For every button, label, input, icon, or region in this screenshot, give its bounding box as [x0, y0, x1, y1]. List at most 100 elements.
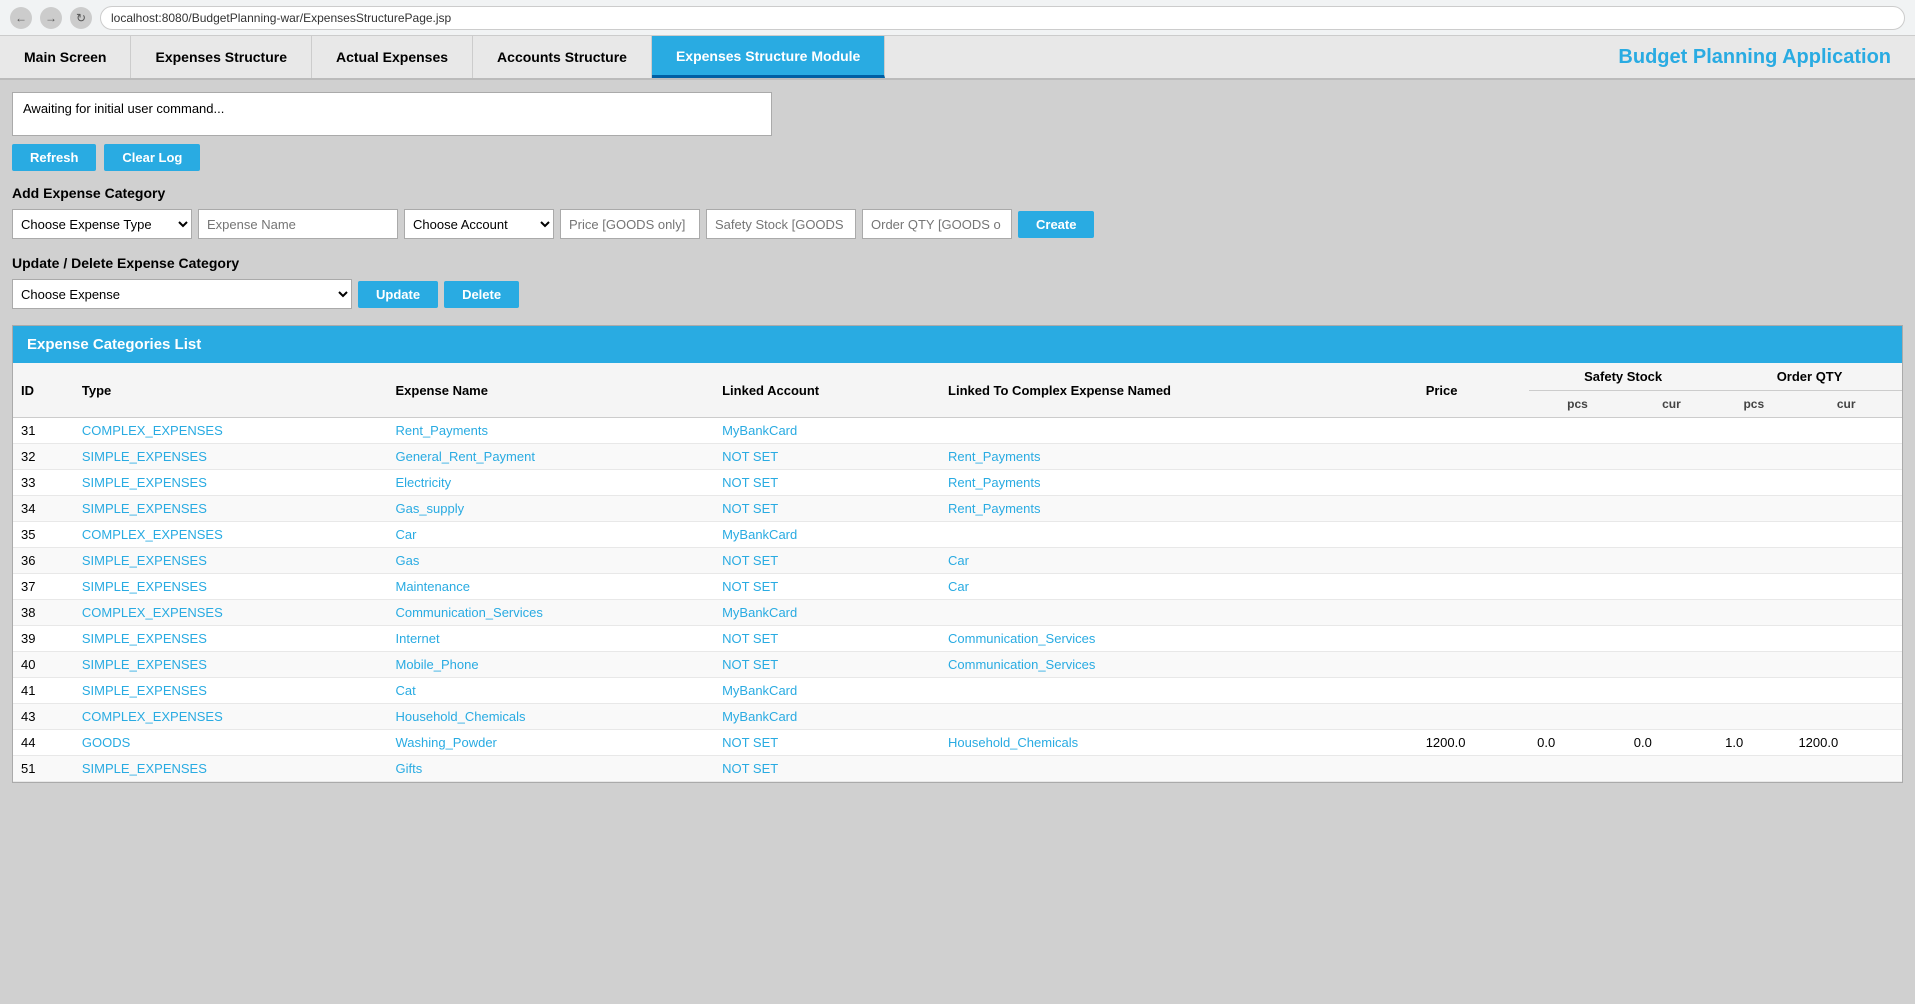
table-cell: SIMPLE_EXPENSES [74, 678, 388, 704]
table-cell: Car [940, 574, 1418, 600]
order-qty-input[interactable] [862, 209, 1012, 239]
table-cell [1717, 756, 1790, 782]
table-cell: 1200.0 [1418, 730, 1529, 756]
reload-button[interactable]: ↻ [70, 7, 92, 29]
table-cell: Communication_Services [387, 600, 714, 626]
table-cell [1418, 548, 1529, 574]
table-row[interactable]: 40SIMPLE_EXPENSESMobile_PhoneNOT SETComm… [13, 652, 1902, 678]
table-cell: 1200.0 [1790, 730, 1902, 756]
table-cell: Gifts [387, 756, 714, 782]
table-cell [1626, 444, 1717, 470]
choose-expense-type-select[interactable]: Choose Expense Type [12, 209, 192, 239]
table-cell [1529, 600, 1626, 626]
table-cell [1529, 574, 1626, 600]
forward-button[interactable]: → [40, 7, 62, 29]
table-cell [1790, 704, 1902, 730]
table-row[interactable]: 41SIMPLE_EXPENSESCatMyBankCard [13, 678, 1902, 704]
table-cell [1717, 444, 1790, 470]
table-row[interactable]: 35COMPLEX_EXPENSESCarMyBankCard [13, 522, 1902, 548]
table-row[interactable]: 51SIMPLE_EXPENSESGiftsNOT SET [13, 756, 1902, 782]
table-cell: COMPLEX_EXPENSES [74, 600, 388, 626]
table-cell: Communication_Services [940, 626, 1418, 652]
table-cell: Communication_Services [940, 652, 1418, 678]
table-row[interactable]: 43COMPLEX_EXPENSESHousehold_ChemicalsMyB… [13, 704, 1902, 730]
table-cell [940, 522, 1418, 548]
table-cell: SIMPLE_EXPENSES [74, 444, 388, 470]
table-cell: 51 [13, 756, 74, 782]
table-cell [1529, 444, 1626, 470]
table-cell [1790, 600, 1902, 626]
table-cell [1529, 704, 1626, 730]
table-cell: Gas_supply [387, 496, 714, 522]
price-input[interactable] [560, 209, 700, 239]
table-row[interactable]: 37SIMPLE_EXPENSESMaintenanceNOT SETCar [13, 574, 1902, 600]
nav-accounts-structure[interactable]: Accounts Structure [473, 36, 652, 78]
choose-expense-select[interactable]: Choose Expense [12, 279, 352, 309]
expense-name-input[interactable] [198, 209, 398, 239]
clear-log-button[interactable]: Clear Log [104, 144, 200, 171]
table-cell: 36 [13, 548, 74, 574]
table-cell [1626, 470, 1717, 496]
table-cell [1529, 652, 1626, 678]
table-cell [1626, 600, 1717, 626]
table-cell [1418, 704, 1529, 730]
table-row[interactable]: 44GOODSWashing_PowderNOT SETHousehold_Ch… [13, 730, 1902, 756]
table-cell [1418, 600, 1529, 626]
back-button[interactable]: ← [10, 7, 32, 29]
table-cell [1626, 418, 1717, 444]
table-cell: 37 [13, 574, 74, 600]
nav-actual-expenses[interactable]: Actual Expenses [312, 36, 473, 78]
table-cell [1717, 626, 1790, 652]
table-cell: 38 [13, 600, 74, 626]
refresh-button[interactable]: Refresh [12, 144, 96, 171]
table-cell: SIMPLE_EXPENSES [74, 756, 388, 782]
table-cell: Rent_Payments [940, 496, 1418, 522]
table-cell [1418, 444, 1529, 470]
table-cell [1418, 626, 1529, 652]
nav-expenses-structure-module[interactable]: Expenses Structure Module [652, 36, 885, 78]
delete-button[interactable]: Delete [444, 281, 519, 308]
table-row[interactable]: 31COMPLEX_EXPENSESRent_PaymentsMyBankCar… [13, 418, 1902, 444]
table-row[interactable]: 34SIMPLE_EXPENSESGas_supplyNOT SETRent_P… [13, 496, 1902, 522]
nav-main-screen[interactable]: Main Screen [0, 36, 131, 78]
table-row[interactable]: 33SIMPLE_EXPENSESElectricityNOT SETRent_… [13, 470, 1902, 496]
table-cell [1717, 496, 1790, 522]
create-button[interactable]: Create [1018, 211, 1094, 238]
table-cell [940, 704, 1418, 730]
table-cell [1418, 470, 1529, 496]
table-cell [1529, 418, 1626, 444]
app-title: Budget Planning Application [1594, 36, 1915, 78]
table-row[interactable]: 38COMPLEX_EXPENSESCommunication_Services… [13, 600, 1902, 626]
update-section-title: Update / Delete Expense Category [12, 255, 1903, 271]
col-order-qty-group: Order QTY [1717, 363, 1902, 391]
table-cell: COMPLEX_EXPENSES [74, 522, 388, 548]
nav-expenses-structure[interactable]: Expenses Structure [131, 36, 312, 78]
table-row[interactable]: 32SIMPLE_EXPENSESGeneral_Rent_PaymentNOT… [13, 444, 1902, 470]
table-cell: Cat [387, 678, 714, 704]
table-row[interactable]: 36SIMPLE_EXPENSESGasNOT SETCar [13, 548, 1902, 574]
table-cell [1529, 496, 1626, 522]
choose-account-select[interactable]: Choose Account [404, 209, 554, 239]
safety-stock-input[interactable] [706, 209, 856, 239]
table-row[interactable]: 39SIMPLE_EXPENSESInternetNOT SETCommunic… [13, 626, 1902, 652]
log-area: Awaiting for initial user command... [12, 92, 772, 136]
table-cell [1626, 678, 1717, 704]
table-cell: 39 [13, 626, 74, 652]
table-cell: 1.0 [1717, 730, 1790, 756]
table-cell [1418, 418, 1529, 444]
url-bar[interactable] [100, 6, 1905, 30]
table-cell: Rent_Payments [940, 444, 1418, 470]
table-cell [1626, 626, 1717, 652]
table-cell: SIMPLE_EXPENSES [74, 574, 388, 600]
table-cell [1790, 522, 1902, 548]
table-cell: NOT SET [714, 652, 940, 678]
update-button[interactable]: Update [358, 281, 438, 308]
table-cell: General_Rent_Payment [387, 444, 714, 470]
table-cell [1717, 548, 1790, 574]
col-ss-pcs: pcs [1529, 391, 1626, 418]
table-cell: MyBankCard [714, 704, 940, 730]
add-expense-form: Choose Expense Type Choose Account Creat… [12, 209, 1903, 239]
table-cell [1790, 548, 1902, 574]
table-cell: COMPLEX_EXPENSES [74, 418, 388, 444]
table-cell: Rent_Payments [387, 418, 714, 444]
